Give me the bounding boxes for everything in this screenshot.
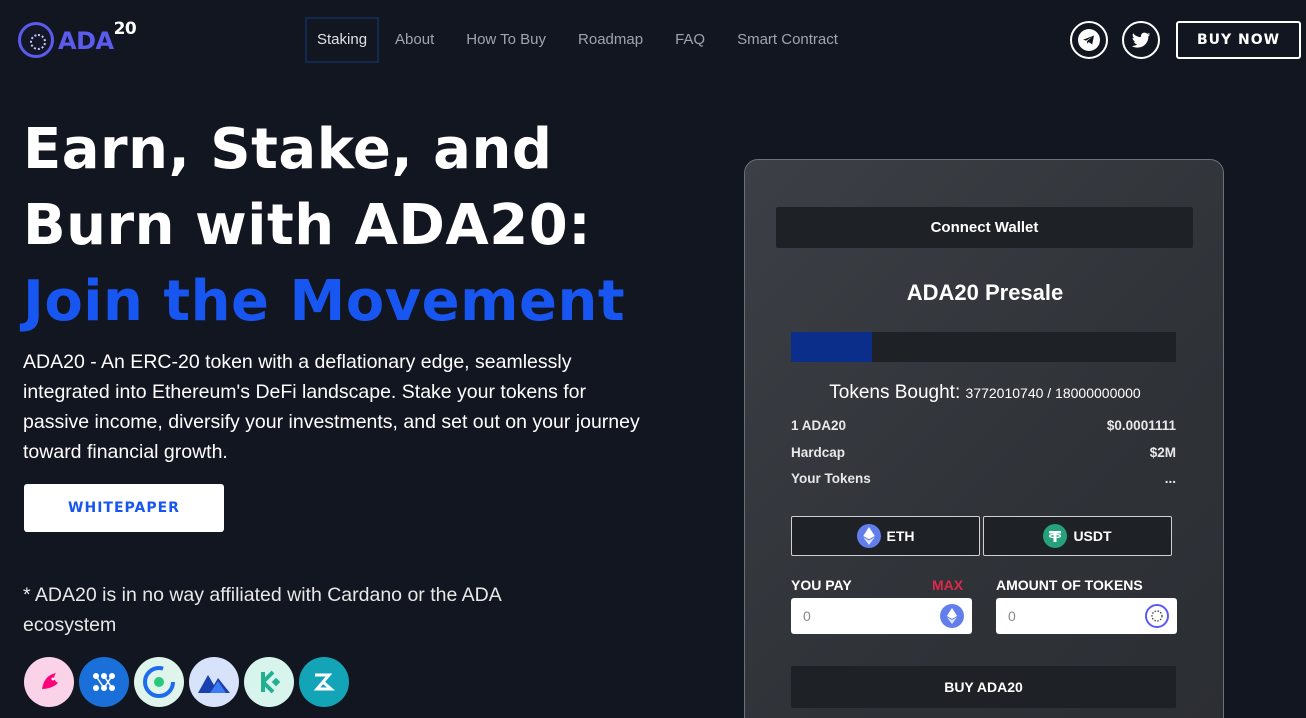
ada20-token-icon	[1145, 604, 1169, 628]
main-nav: Staking About How To Buy Roadmap FAQ Sma…	[305, 17, 854, 63]
partner-logos	[24, 657, 354, 707]
usdt-icon	[1043, 524, 1068, 548]
mexc-icon[interactable]	[189, 657, 239, 707]
buy-now-button[interactable]: BUY NOW	[1176, 21, 1301, 59]
nav-roadmap[interactable]: Roadmap	[562, 17, 659, 63]
kucoin-icon[interactable]	[244, 657, 294, 707]
nav-faq[interactable]: FAQ	[659, 17, 721, 63]
you-pay-label: YOU PAY	[791, 577, 852, 593]
your-tokens-value: ...	[1164, 471, 1176, 486]
presale-progress-bar	[791, 332, 1176, 362]
buy-ada20-button[interactable]: BUY ADA20	[791, 666, 1176, 708]
eth-icon	[856, 524, 881, 548]
your-tokens-label: Your Tokens	[791, 471, 871, 486]
connect-wallet-button[interactable]: Connect Wallet	[776, 207, 1193, 248]
twitter-button[interactable]	[1122, 21, 1160, 59]
tab-usdt[interactable]: USDT	[983, 516, 1172, 556]
hardcap-value: $2M	[1149, 445, 1176, 460]
logo[interactable]: ADA20	[18, 19, 137, 58]
you-pay-field	[791, 598, 972, 634]
hero-title-line-2: Burn with ADA20:	[23, 193, 592, 258]
nav-about[interactable]: About	[379, 17, 450, 63]
hero-description: ADA20 - An ERC-20 token with a deflation…	[23, 351, 640, 463]
whitepaper-button[interactable]: WHITEPAPER	[24, 484, 224, 532]
hardcap-label: Hardcap	[791, 445, 846, 460]
amount-of-tokens-field	[996, 598, 1177, 634]
price-label: 1 ADA20	[791, 418, 847, 433]
hero-title: Earn, Stake, and Burn with ADA20: Join t…	[23, 112, 703, 340]
hardcap-row: Hardcap $2M	[791, 445, 1176, 460]
ada-logo-icon	[18, 22, 54, 58]
price-value: $0.0001111	[1106, 418, 1176, 433]
tab-eth-label: ETH	[886, 528, 915, 544]
max-button[interactable]: MAX	[932, 577, 963, 593]
nav-how-to-buy[interactable]: How To Buy	[450, 17, 562, 63]
tokens-bought: Tokens Bought: 3772010740 / 18000000000	[745, 382, 1225, 404]
hero-title-accent: Join the Movement	[23, 269, 626, 334]
nav-staking[interactable]: Staking	[305, 17, 380, 63]
you-pay-input[interactable]	[791, 598, 931, 634]
price-row: 1 ADA20 $0.0001111	[791, 418, 1176, 433]
presale-progress-fill	[791, 332, 872, 362]
coingecko-icon[interactable]	[134, 657, 184, 707]
nav-smart-contract[interactable]: Smart Contract	[721, 17, 854, 63]
logo-text: ADA20	[58, 19, 137, 55]
tab-eth[interactable]: ETH	[791, 516, 980, 556]
tokens-bought-value: 3772010740 / 18000000000	[965, 385, 1141, 401]
hero-title-line-1: Earn, Stake, and	[23, 117, 553, 182]
presale-card: Connect Wallet ADA20 Presale Tokens Boug…	[744, 159, 1224, 718]
amount-of-tokens-input[interactable]	[996, 598, 1136, 634]
telegram-icon	[1078, 29, 1100, 51]
amount-of-tokens-label: AMOUNT OF TOKENS	[996, 577, 1143, 593]
bitmart-icon[interactable]	[299, 657, 349, 707]
your-tokens-row: Your Tokens ...	[791, 471, 1176, 486]
twitter-icon	[1131, 32, 1151, 48]
1inch-icon[interactable]	[79, 657, 129, 707]
tab-usdt-label: USDT	[1073, 528, 1112, 544]
presale-title: ADA20 Presale	[906, 280, 1064, 305]
disclaimer: * ADA20 is in no way affiliated with Car…	[23, 584, 501, 636]
tokens-bought-label: Tokens Bought:	[829, 382, 961, 403]
telegram-button[interactable]	[1070, 21, 1108, 59]
uniswap-icon[interactable]	[24, 657, 74, 707]
eth-icon	[940, 604, 964, 628]
